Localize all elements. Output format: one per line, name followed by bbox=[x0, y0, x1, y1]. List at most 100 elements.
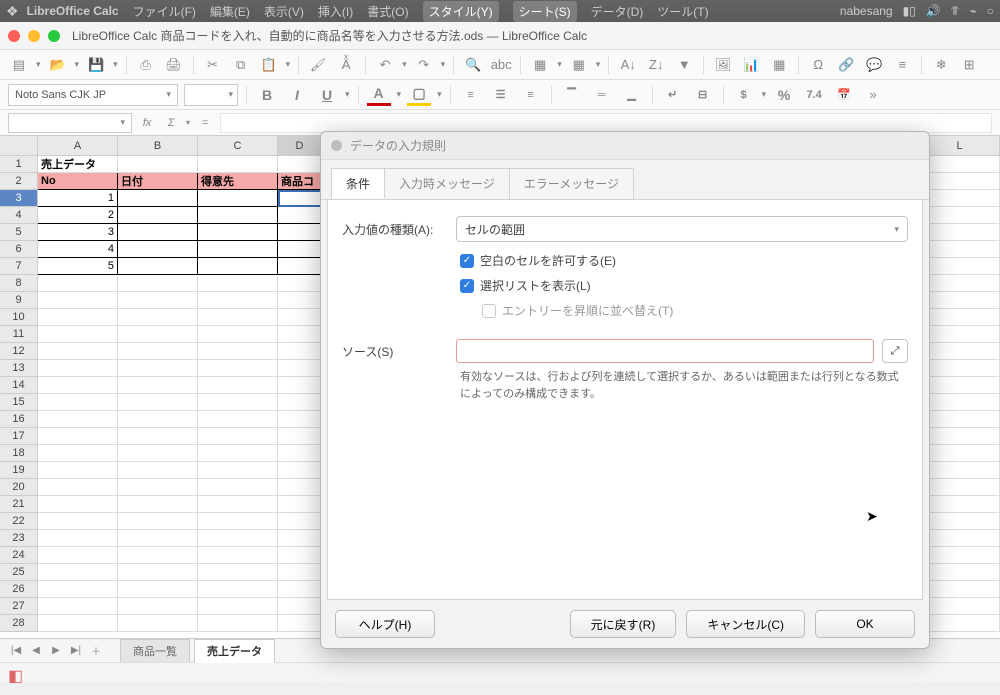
cell[interactable] bbox=[38, 513, 118, 530]
cell[interactable] bbox=[278, 275, 322, 292]
cell[interactable]: 商品コ bbox=[278, 173, 322, 190]
row-header[interactable]: 13 bbox=[0, 360, 38, 377]
row-header[interactable]: 11 bbox=[0, 326, 38, 343]
cell[interactable] bbox=[278, 479, 322, 496]
menu-view[interactable]: 表示(V) bbox=[264, 3, 304, 20]
cell[interactable] bbox=[118, 479, 198, 496]
cell[interactable] bbox=[920, 224, 1000, 241]
column-header-D[interactable]: D bbox=[278, 136, 322, 156]
cell[interactable] bbox=[118, 377, 198, 394]
spellcheck-icon[interactable]: abc bbox=[490, 54, 512, 76]
cell[interactable] bbox=[198, 292, 278, 309]
cell[interactable] bbox=[278, 258, 322, 275]
cell[interactable] bbox=[118, 360, 198, 377]
cell[interactable] bbox=[920, 547, 1000, 564]
row-header[interactable]: 27 bbox=[0, 598, 38, 615]
cell[interactable] bbox=[38, 343, 118, 360]
function-wizard-button[interactable]: fx bbox=[138, 113, 156, 133]
volume-icon[interactable]: 🔊 bbox=[926, 4, 941, 18]
cell[interactable] bbox=[118, 275, 198, 292]
cell[interactable] bbox=[198, 309, 278, 326]
first-sheet-button[interactable]: |◀ bbox=[8, 643, 24, 659]
cell[interactable] bbox=[198, 496, 278, 513]
menu-style[interactable]: スタイル(Y) bbox=[423, 1, 499, 22]
cell[interactable] bbox=[920, 428, 1000, 445]
find-icon[interactable]: 🔍 bbox=[462, 54, 484, 76]
cell[interactable] bbox=[920, 275, 1000, 292]
equals-button[interactable]: = bbox=[196, 113, 214, 133]
cell[interactable] bbox=[38, 547, 118, 564]
cell[interactable] bbox=[920, 156, 1000, 173]
open-icon[interactable]: 📂 bbox=[47, 54, 69, 76]
currency-button[interactable]: $ bbox=[732, 84, 756, 106]
cell[interactable] bbox=[118, 190, 198, 207]
cell[interactable] bbox=[38, 394, 118, 411]
underline-button[interactable]: U bbox=[315, 84, 339, 106]
cut-icon[interactable]: ✂ bbox=[202, 54, 224, 76]
cell[interactable] bbox=[920, 343, 1000, 360]
menu-tools[interactable]: ツール(T) bbox=[657, 3, 708, 20]
autofilter-icon[interactable]: ▼ bbox=[673, 54, 695, 76]
cell[interactable]: 3 bbox=[38, 224, 118, 241]
cell[interactable] bbox=[118, 207, 198, 224]
specialchar-icon[interactable]: Ω bbox=[807, 54, 829, 76]
cell[interactable]: 5 bbox=[38, 258, 118, 275]
menu-format[interactable]: 書式(O) bbox=[367, 3, 408, 20]
cell[interactable] bbox=[198, 360, 278, 377]
tab-erroralert[interactable]: エラーメッセージ bbox=[509, 168, 634, 199]
cell[interactable] bbox=[278, 462, 322, 479]
cell[interactable] bbox=[920, 207, 1000, 224]
cell[interactable] bbox=[198, 479, 278, 496]
date-button[interactable]: 📅 bbox=[832, 84, 856, 106]
cell[interactable] bbox=[38, 326, 118, 343]
shrink-button[interactable]: ⤢ bbox=[882, 339, 908, 363]
cell[interactable] bbox=[278, 496, 322, 513]
cell[interactable] bbox=[198, 581, 278, 598]
redo-icon[interactable]: ↷ bbox=[413, 54, 435, 76]
undo-icon[interactable]: ↶ bbox=[374, 54, 396, 76]
cell[interactable] bbox=[118, 309, 198, 326]
row-icon[interactable]: ▦ bbox=[529, 54, 551, 76]
menu-sheet[interactable]: シート(S) bbox=[513, 1, 577, 22]
row-header[interactable]: 3 bbox=[0, 190, 38, 207]
cell[interactable] bbox=[118, 530, 198, 547]
cell[interactable] bbox=[278, 581, 322, 598]
next-sheet-button[interactable]: ▶ bbox=[48, 643, 64, 659]
cell[interactable] bbox=[118, 326, 198, 343]
cell[interactable] bbox=[278, 207, 322, 224]
save-icon[interactable]: 💾 bbox=[85, 54, 107, 76]
cell[interactable] bbox=[278, 292, 322, 309]
cell[interactable] bbox=[38, 615, 118, 632]
show-list-checkbox[interactable]: ✓ 選択リストを表示(L) bbox=[460, 277, 908, 294]
sum-button[interactable]: Σ bbox=[162, 113, 180, 133]
align-bottom-button[interactable]: ▁ bbox=[620, 84, 644, 106]
select-all-corner[interactable] bbox=[0, 136, 38, 156]
more-icon[interactable]: » bbox=[862, 84, 884, 106]
row-header[interactable]: 10 bbox=[0, 309, 38, 326]
cell[interactable] bbox=[278, 445, 322, 462]
spotlight-icon[interactable]: ○ bbox=[987, 4, 994, 18]
cell[interactable] bbox=[278, 513, 322, 530]
reset-button[interactable]: 元に戻す(R) bbox=[570, 610, 677, 638]
cell[interactable] bbox=[278, 224, 322, 241]
cell[interactable] bbox=[278, 564, 322, 581]
paint-icon[interactable]: 🖌 bbox=[307, 54, 329, 76]
row-header[interactable]: 9 bbox=[0, 292, 38, 309]
column-header-L[interactable]: L bbox=[920, 136, 1000, 156]
cell[interactable] bbox=[920, 377, 1000, 394]
cell[interactable] bbox=[38, 428, 118, 445]
cell[interactable] bbox=[278, 547, 322, 564]
cell[interactable] bbox=[198, 343, 278, 360]
column-header-C[interactable]: C bbox=[198, 136, 278, 156]
cell[interactable] bbox=[920, 258, 1000, 275]
sheet-tab-active[interactable]: 売上データ bbox=[194, 639, 275, 663]
row-header[interactable]: 24 bbox=[0, 547, 38, 564]
cell[interactable] bbox=[118, 564, 198, 581]
cell[interactable] bbox=[278, 394, 322, 411]
row-header[interactable]: 4 bbox=[0, 207, 38, 224]
selected-cell[interactable] bbox=[278, 190, 322, 207]
cell[interactable] bbox=[118, 615, 198, 632]
cell[interactable] bbox=[198, 190, 278, 207]
align-left-button[interactable]: ≡ bbox=[459, 84, 483, 106]
cell[interactable] bbox=[118, 513, 198, 530]
